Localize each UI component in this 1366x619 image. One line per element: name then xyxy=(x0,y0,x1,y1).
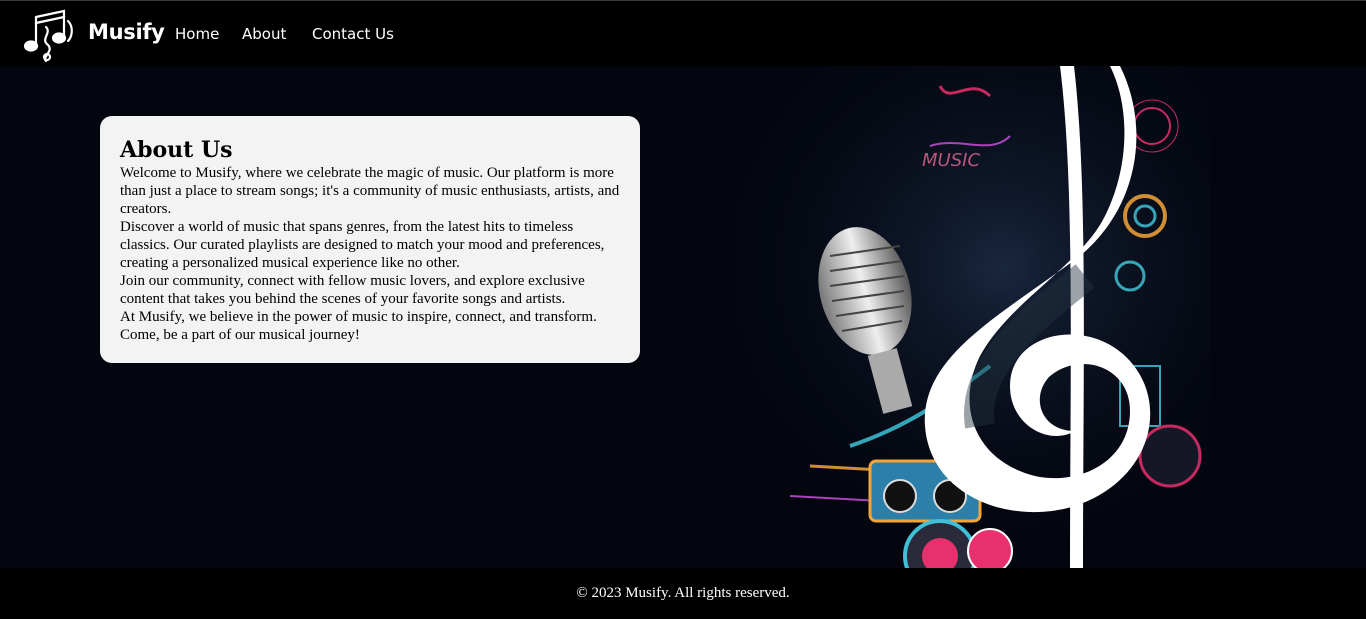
about-paragraph-discover: Discover a world of music that spans gen… xyxy=(120,219,605,271)
music-hero-image: MUSIC xyxy=(690,66,1210,568)
footer: © 2023 Musify. All rights reserved. xyxy=(0,568,1366,619)
hero-section: MUSIC About Us Welcome to Musify, where … xyxy=(0,66,1366,568)
navbar: Musify Home About Contact Us xyxy=(0,0,1366,66)
nav-link-home[interactable]: Home xyxy=(175,25,219,43)
nav-link-about[interactable]: About xyxy=(242,25,286,43)
about-paragraph-believe: At Musify, we believe in the power of mu… xyxy=(120,309,597,343)
copyright-text: © 2023 Musify. All rights reserved. xyxy=(576,585,790,601)
nav-link-contact[interactable]: Contact Us xyxy=(312,25,394,43)
about-paragraph-welcome: Welcome to Musify, where we celebrate th… xyxy=(120,165,620,217)
brand-name[interactable]: Musify xyxy=(88,20,165,44)
about-title: About Us xyxy=(120,137,233,163)
music-notes-logo-icon[interactable] xyxy=(22,7,76,63)
art-music-text: MUSIC xyxy=(922,150,980,171)
about-card: About Us Welcome to Musify, where we cel… xyxy=(100,116,640,363)
about-paragraph-join: Join our community, connect with fellow … xyxy=(120,273,585,307)
